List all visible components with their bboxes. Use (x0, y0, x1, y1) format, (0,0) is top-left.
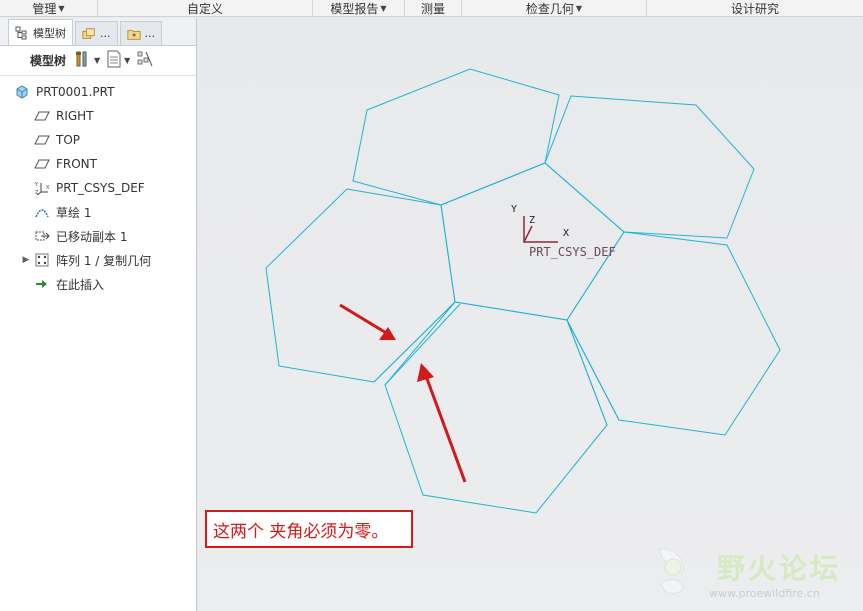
svg-text:Y: Y (34, 182, 39, 188)
forum-watermark: 野火论坛 www.proewildfire.cn (651, 543, 863, 611)
ribbon-group-label: 管理 (32, 1, 57, 16)
model-tree-toolbar: 模型树 ▼ ▼ (0, 46, 196, 76)
tree-node-top[interactable]: TOP (0, 128, 196, 152)
hexagon-edges (265, 68, 781, 514)
axis-y-label: Y (511, 204, 517, 215)
filter-button[interactable] (136, 50, 154, 71)
datum-plane-icon (34, 108, 50, 124)
hexagon-top-right (544, 95, 755, 239)
panel-tabs: 模型树 ... ✶ ... (0, 18, 196, 46)
butterfly-logo-icon (658, 548, 684, 594)
tree-node-sketch[interactable]: 草绘 1 (0, 200, 196, 224)
watermark-url: www.proewildfire.cn (709, 587, 820, 600)
csys-triad: Y Z X PRT_CSYS_DEF (511, 204, 616, 259)
gap-edge-c (566, 319, 608, 426)
tab-label: ... (144, 27, 156, 40)
tree-node-label: TOP (56, 133, 81, 147)
favorites-folder-icon: ✶ (126, 27, 141, 41)
model-tree-toolbar-label: 模型树 (30, 54, 67, 68)
chevron-down-icon: ▼ (380, 3, 387, 13)
tab-layers[interactable]: ... (75, 21, 118, 45)
pattern-icon (34, 252, 50, 268)
tree-node-insert-here[interactable]: 在此插入 (0, 272, 196, 296)
moved-copy-icon (34, 228, 50, 244)
ribbon-group-manage[interactable]: 管理 ▼ (0, 0, 98, 17)
model-tree-panel: 模型树 ... ✶ ... 模型树 ▼ ▼ PRT0001.PRT RIGHT … (0, 18, 197, 611)
datum-plane-icon (34, 156, 50, 172)
datum-plane-icon (34, 132, 50, 148)
show-button[interactable]: ▼ (106, 50, 130, 71)
arrow-lower-shaft (424, 375, 467, 483)
ribbon-group-bar: 管理 ▼ 自定义 模型报告 ▼ 测量 检查几何 ▼ 设计研究 (0, 0, 863, 17)
settings-tools-button[interactable]: ▼ (74, 50, 100, 71)
csys-name-label: PRT_CSYS_DEF (529, 245, 616, 259)
csys-icon: Y X Z (34, 180, 50, 196)
tree-node-label: 草绘 1 (56, 205, 92, 220)
tools-icon (74, 50, 92, 71)
tree-node-front[interactable]: FRONT (0, 152, 196, 176)
ribbon-group-inspect-geometry[interactable]: 检查几何 ▼ (462, 0, 647, 17)
ribbon-group-label: 模型报告 (330, 1, 379, 16)
ribbon-group-design-study[interactable]: 设计研究 (647, 0, 863, 17)
ribbon-group-customize[interactable]: 自定义 (98, 0, 313, 17)
insert-here-arrow-icon (34, 276, 50, 292)
axis-z-label: Z (529, 215, 535, 226)
csys-z-axis (523, 225, 533, 243)
tree-node-label: 阵列 1 / 复制几何 (56, 253, 152, 268)
svg-text:X: X (46, 185, 50, 191)
tree-node-label: 已移动副本 1 (56, 229, 128, 244)
part-icon (14, 84, 30, 100)
tab-favorites[interactable]: ✶ ... (119, 21, 162, 45)
annotation-note: 这两个 夹角必须为零。 (205, 510, 413, 548)
chevron-down-icon: ▼ (58, 3, 65, 13)
tab-label: ... (100, 27, 111, 40)
gap-edge-a (373, 301, 456, 383)
model-tree: PRT0001.PRT RIGHT TOP FRONT Y X Z PRT_CSYS… (0, 76, 196, 296)
watermark-title: 野火论坛 (717, 552, 842, 585)
tree-node-label: FRONT (56, 157, 97, 171)
tree-node-label: PRT0001.PRT (36, 85, 115, 99)
tree-node-csys[interactable]: Y X Z PRT_CSYS_DEF (0, 176, 196, 200)
tree-node-root-part[interactable]: PRT0001.PRT (0, 80, 196, 104)
arrow-lower-head (417, 363, 434, 382)
ribbon-group-label: 自定义 (186, 1, 223, 16)
document-list-icon (106, 50, 122, 71)
svg-text:Z: Z (35, 190, 39, 196)
model-tree-icon (15, 26, 29, 40)
axis-x-label: X (563, 228, 569, 239)
chevron-down-icon: ▼ (575, 3, 583, 13)
sketch-icon (34, 204, 50, 220)
tab-model-tree[interactable]: 模型树 (8, 19, 73, 45)
annotation-arrows (339, 303, 467, 483)
ribbon-group-label: 检查几何 (525, 1, 574, 16)
gap-edge-d (566, 319, 620, 421)
chevron-down-icon: ▼ (94, 56, 101, 65)
ribbon-group-label: 设计研究 (730, 1, 779, 16)
hexagon-top-left (352, 68, 560, 206)
ribbon-group-model-report[interactable]: 模型报告 ▼ (313, 0, 405, 17)
chevron-down-icon: ▼ (124, 56, 131, 65)
tab-label: 模型树 (33, 26, 66, 40)
svg-text:✶: ✶ (131, 31, 137, 39)
tree-node-moved-copy[interactable]: 已移动副本 1 (0, 224, 196, 248)
tree-node-label: 在此插入 (56, 277, 105, 292)
tree-node-pattern[interactable]: ▶ 阵列 1 / 复制几何 (0, 248, 196, 272)
annotation-text: 这两个 夹角必须为零。 (213, 521, 389, 542)
tree-node-right[interactable]: RIGHT (0, 104, 196, 128)
arrow-upper-shaft (339, 303, 389, 336)
ribbon-group-label: 测量 (420, 1, 445, 16)
layers-icon (82, 27, 96, 41)
tree-node-label: PRT_CSYS_DEF (56, 181, 145, 195)
ribbon-group-measure[interactable]: 测量 (405, 0, 462, 17)
hexagon-left (265, 188, 456, 383)
expand-arrow-icon[interactable]: ▶ (20, 255, 32, 265)
filter-grid-icon (136, 50, 154, 71)
tree-node-label: RIGHT (56, 109, 94, 123)
